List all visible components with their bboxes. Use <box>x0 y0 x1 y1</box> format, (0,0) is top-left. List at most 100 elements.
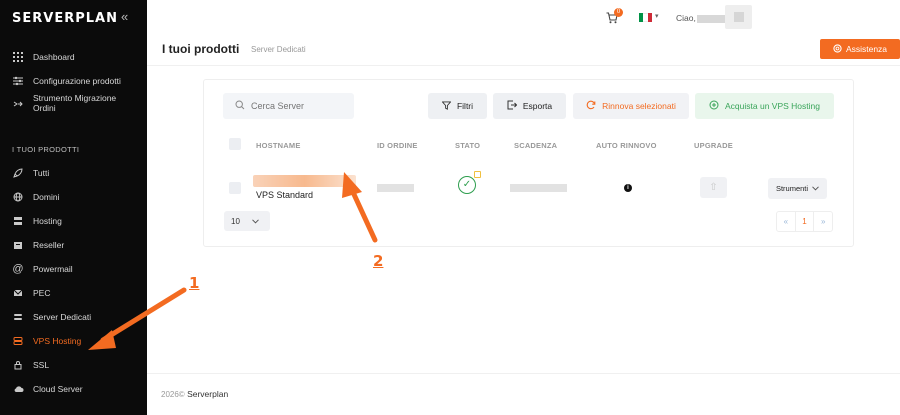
reseller-icon <box>12 239 24 251</box>
sidebar-item-dashboard[interactable]: Dashboard <box>0 45 147 69</box>
sidebar-item-label: Configurazione prodotti <box>33 76 121 86</box>
sidebar-item-label: Dashboard <box>33 52 75 62</box>
plus-circle-icon <box>709 100 719 112</box>
col-auto-rinnovo[interactable]: AUTO RINNOVO <box>596 141 657 150</box>
footer-year: 2026© <box>161 390 185 399</box>
sidebar-main-menu: Dashboard Configurazione prodotti Strume… <box>0 45 147 115</box>
sidebar-item-pec[interactable]: PEC <box>0 281 147 305</box>
buy-vps-button[interactable]: Acquista un VPS Hosting <box>695 93 834 119</box>
flag-italy-icon[interactable] <box>639 13 652 22</box>
sidebar-item-reseller[interactable]: Reseller <box>0 233 147 257</box>
filters-label: Filtri <box>456 101 474 111</box>
brand-name: SERVERPLAN <box>12 11 118 26</box>
page-size-value: 10 <box>231 216 240 226</box>
upgrade-button[interactable]: ⇧ <box>700 177 727 198</box>
sidebar-item-label: Domini <box>33 192 60 202</box>
next-page-button[interactable]: » <box>814 212 832 231</box>
sidebar-item-label: Reseller <box>33 240 65 250</box>
search-input[interactable] <box>251 101 351 111</box>
vps-icon <box>12 335 24 347</box>
support-icon <box>833 43 842 55</box>
prev-page-button[interactable]: « <box>777 212 795 231</box>
refresh-icon <box>586 100 596 112</box>
sidebar-item-ssl[interactable]: SSL <box>0 353 147 377</box>
col-id-ordine[interactable]: ID ORDINE <box>377 141 418 150</box>
sidebar-item-migrazione[interactable]: Strumento Migrazione Ordini <box>0 93 147 115</box>
sidebar-section-title: I TUOI PRODOTTI <box>12 145 80 154</box>
annotation-number-1: 1 <box>189 274 200 292</box>
sidebar-item-label: Strumento Migrazione Ordini <box>33 93 117 113</box>
mail-icon <box>12 287 24 299</box>
export-button[interactable]: Esporta <box>493 93 566 119</box>
export-label: Esporta <box>522 101 553 111</box>
cloud-icon <box>12 383 24 395</box>
renew-label: Rinnova selezionati <box>602 101 676 111</box>
help-button[interactable]: Assistenza <box>820 39 900 59</box>
sidebar-item-label: Cloud Server <box>33 384 83 394</box>
search-box[interactable] <box>223 93 354 119</box>
page-1-button[interactable]: 1 <box>794 212 815 231</box>
col-scadenza[interactable]: SCADENZA <box>514 141 557 150</box>
sidebar-item-label: Server Dedicati <box>33 312 92 322</box>
footer-company[interactable]: Serverplan <box>187 389 228 399</box>
user-greeting-text: Ciao, <box>676 13 696 23</box>
sidebar-products-menu: Tutti Domini Hosting Reseller @ Powermai… <box>0 161 147 401</box>
search-icon <box>235 100 245 112</box>
avatar[interactable] <box>725 5 752 29</box>
chevron-down-icon[interactable]: ▾ <box>655 12 659 20</box>
footer: 2026© Serverplan <box>161 389 228 399</box>
select-all-checkbox[interactable] <box>229 138 241 150</box>
pagination: « 1 » <box>776 211 833 232</box>
username-redacted <box>696 14 725 23</box>
annotation-number-2: 2 <box>373 252 384 270</box>
server-icon <box>12 215 24 227</box>
col-stato[interactable]: STATO <box>455 141 480 150</box>
page-title: I tuoi prodotti <box>162 42 240 56</box>
footer-divider <box>147 373 900 374</box>
sidebar-item-label: Tutti <box>33 168 50 178</box>
sidebar-item-powermail[interactable]: @ Powermail <box>0 257 147 281</box>
info-icon[interactable]: i <box>624 184 632 192</box>
chevron-down-icon <box>252 217 259 226</box>
sidebar-item-domini[interactable]: Domini <box>0 185 147 209</box>
hostname-redacted[interactable] <box>253 175 356 187</box>
page-subtitle: Server Dedicati <box>251 45 306 54</box>
page-size-select[interactable]: 10 <box>224 211 270 231</box>
sliders-icon <box>12 75 24 87</box>
sidebar-item-server-dedicati[interactable]: Server Dedicati <box>0 305 147 329</box>
row-checkbox[interactable] <box>229 182 241 194</box>
user-greeting[interactable]: Ciao, <box>676 13 725 23</box>
sidebar-item-cloud-server[interactable]: Cloud Server <box>0 377 147 401</box>
expiry-redacted <box>510 184 567 192</box>
migrate-icon <box>12 98 24 110</box>
collapse-sidebar-icon[interactable]: « <box>121 9 128 24</box>
header-divider <box>147 65 900 66</box>
lock-icon <box>12 359 24 371</box>
chevron-down-icon <box>812 184 819 193</box>
at-icon: @ <box>12 263 24 275</box>
sidebar-item-label: Hosting <box>33 216 62 226</box>
rocket-icon <box>12 167 24 179</box>
help-button-label: Assistenza <box>845 44 888 54</box>
sidebar-item-label: PEC <box>33 288 51 298</box>
topbar <box>147 0 900 36</box>
buy-label: Acquista un VPS Hosting <box>725 101 820 111</box>
filter-icon <box>441 100 452 112</box>
renew-selected-button[interactable]: Rinnova selezionati <box>573 93 689 119</box>
cart-badge: 0 <box>614 8 623 17</box>
globe-icon <box>12 191 24 203</box>
arrow-up-icon: ⇧ <box>709 182 718 193</box>
server-stack-icon <box>12 311 24 323</box>
sidebar-item-tutti[interactable]: Tutti <box>0 161 147 185</box>
brand-logo[interactable]: SERVERPLAN <box>12 11 118 26</box>
col-hostname[interactable]: HOSTNAME <box>256 141 301 150</box>
sidebar-item-configurazione[interactable]: Configurazione prodotti <box>0 69 147 93</box>
sidebar: SERVERPLAN « Dashboard Configurazione pr… <box>0 0 147 415</box>
sidebar-item-hosting[interactable]: Hosting <box>0 209 147 233</box>
tools-dropdown[interactable]: Strumenti <box>768 178 827 199</box>
sidebar-item-vps-hosting[interactable]: VPS Hosting <box>0 329 147 353</box>
col-upgrade[interactable]: UPGRADE <box>694 141 733 150</box>
tools-label: Strumenti <box>775 184 809 193</box>
filters-button[interactable]: Filtri <box>428 93 487 119</box>
sidebar-item-label: SSL <box>33 360 50 370</box>
